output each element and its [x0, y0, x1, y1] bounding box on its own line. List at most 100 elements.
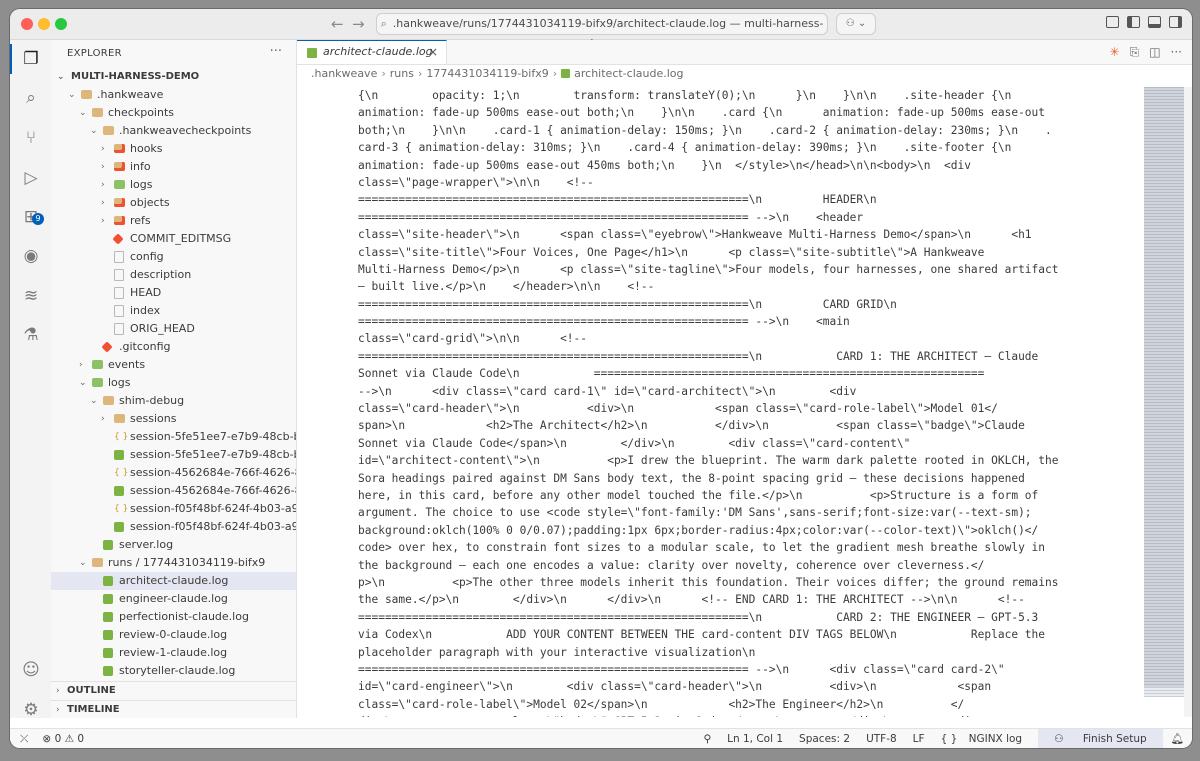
- indentation[interactable]: Spaces: 2: [791, 729, 858, 748]
- command-center-search[interactable]: ⌕ .hankweave/runs/1774431034119-bifx9/arc…: [376, 13, 828, 50]
- customize-layout-icon[interactable]: [1106, 16, 1119, 28]
- log-file-icon: [114, 486, 124, 496]
- tree-item-label: server.log: [119, 538, 174, 551]
- code-line: id=\"card-engineer\">\n <div class=\"car…: [358, 680, 992, 694]
- tree-file[interactable]: storyteller-claude.log: [51, 662, 296, 680]
- tree-file[interactable]: .gitconfig: [51, 338, 296, 356]
- tree-folder[interactable]: ⌄ checkpoints: [51, 104, 296, 122]
- notifications-bell-icon[interactable]: 🔔︎: [1163, 729, 1192, 748]
- git-file-icon: [112, 233, 124, 245]
- tree-folder[interactable]: › logs: [51, 176, 296, 194]
- tree-file[interactable]: ORIG_HEAD: [51, 320, 296, 338]
- vertical-scrollbar[interactable]: [1184, 87, 1192, 717]
- tree-file[interactable]: { }session-5fe51ee7-e7b9-48cb-b7f...: [51, 428, 296, 446]
- toggle-secondary-sidebar-icon[interactable]: [1169, 16, 1182, 28]
- breadcrumb-item[interactable]: .hankweave: [311, 67, 377, 80]
- minimap[interactable]: [1144, 87, 1184, 697]
- code-line: background:oklch(100% 0 0/0.07);padding:…: [358, 523, 1039, 537]
- toggle-primary-sidebar-icon[interactable]: [1127, 16, 1140, 28]
- minimize-window-button[interactable]: [38, 18, 50, 30]
- search-icon[interactable]: ⌕: [21, 88, 41, 108]
- tree-file[interactable]: review-0-claude.log: [51, 626, 296, 644]
- tree-file[interactable]: { }session-4562684e-766f-4626-89...: [51, 464, 296, 482]
- tree-folder[interactable]: › refs: [51, 212, 296, 230]
- tree-folder[interactable]: › events: [51, 356, 296, 374]
- remote-explorer-icon[interactable]: ≋: [21, 286, 41, 306]
- account-icon[interactable]: ☺: [21, 660, 41, 680]
- close-window-button[interactable]: [21, 18, 33, 30]
- github-icon[interactable]: ◉: [21, 246, 41, 266]
- log-file-icon: [103, 630, 113, 640]
- tree-file[interactable]: COMMIT_EDITMSG: [51, 230, 296, 248]
- tree-file[interactable]: { }session-f05f48bf-624f-4b03-a90...: [51, 500, 296, 518]
- more-actions-icon[interactable]: ···: [270, 44, 282, 59]
- breadcrumb-item[interactable]: 1774431034119-bifx9: [426, 67, 548, 80]
- tree-folder[interactable]: › info: [51, 158, 296, 176]
- encoding[interactable]: UTF-8: [858, 729, 905, 748]
- folder-icon: [103, 396, 114, 405]
- close-tab-icon[interactable]: ×: [428, 41, 438, 63]
- finish-setup-button[interactable]: ⚇ Finish Setup: [1038, 729, 1163, 748]
- breadcrumb-item[interactable]: runs: [390, 67, 414, 80]
- tree-file[interactable]: engineer-claude.log: [51, 590, 296, 608]
- folder-git-icon: [114, 144, 125, 153]
- remote-icon[interactable]: ⤫: [20, 729, 28, 748]
- breadcrumb-item[interactable]: architect-claude.log: [574, 67, 683, 80]
- toggle-panel-icon[interactable]: [1148, 16, 1161, 28]
- problems-indicator[interactable]: ⊗ 0 ⚠ 0: [42, 729, 84, 748]
- folder-green-icon: [92, 378, 103, 387]
- chevron-down-icon: ⌄: [79, 558, 87, 568]
- tree-file[interactable]: session-5fe51ee7-e7b9-48cb-b7f...: [51, 446, 296, 464]
- tree-folder[interactable]: › sessions: [51, 410, 296, 428]
- maximize-window-button[interactable]: [55, 18, 67, 30]
- section-header[interactable]: › OUTLINE: [51, 681, 296, 700]
- cursor-position[interactable]: Ln 1, Col 1: [719, 729, 791, 748]
- back-arrow-icon[interactable]: ←: [331, 15, 344, 33]
- explorer-icon[interactable]: ❐: [21, 49, 41, 69]
- code-line: the background — each one encodes a valu…: [358, 558, 985, 572]
- end-of-line[interactable]: LF: [905, 729, 933, 748]
- code-line: class=\"site-header\">\n <span class=\"e…: [358, 228, 1032, 242]
- tree-folder[interactable]: ⌄ .hankweave: [51, 86, 296, 104]
- tree-file[interactable]: review-1-claude.log: [51, 644, 296, 662]
- workspace-root[interactable]: ⌄ MULTI-HARNESS-DEMO: [51, 68, 296, 86]
- sidebar-sections: ›OUTLINE›TIMELINE›M# OUTLINE: [51, 681, 296, 718]
- error-count: 0: [54, 733, 62, 745]
- tree-file[interactable]: index: [51, 302, 296, 320]
- section-header[interactable]: › TIMELINE: [51, 700, 296, 718]
- tree-file[interactable]: architect-claude.log: [51, 572, 296, 590]
- tree-folder[interactable]: ⌄ .hankweavecheckpoints: [51, 122, 296, 140]
- forward-arrow-icon[interactable]: →: [352, 15, 365, 33]
- activity-icon[interactable]: ⚲: [695, 729, 719, 748]
- tree-file[interactable]: description: [51, 266, 296, 284]
- testing-icon[interactable]: ⚗: [21, 325, 41, 345]
- code-view[interactable]: {\n opacity: 1;\n transform: translateY(…: [358, 87, 1133, 717]
- settings-gear-icon[interactable]: ⚙: [21, 700, 41, 720]
- tree-folder[interactable]: ⌄ logs: [51, 374, 296, 392]
- tab-architect-claude-log[interactable]: architect-claude.log ×: [297, 40, 447, 64]
- tree-item-label: index: [130, 304, 161, 317]
- minimap-slider[interactable]: [1144, 87, 1184, 687]
- tree-file[interactable]: server.log: [51, 536, 296, 554]
- log-file-icon: [103, 576, 113, 586]
- language-mode[interactable]: { } NGINX log: [933, 729, 1039, 748]
- tree-folder[interactable]: › objects: [51, 194, 296, 212]
- tree-folder[interactable]: ⌄ runs / 1774431034119-bifx9: [51, 554, 296, 572]
- preview-icon[interactable]: ⎘: [1130, 45, 1140, 60]
- more-icon[interactable]: ···: [1171, 45, 1182, 60]
- split-editor-icon[interactable]: ◫: [1149, 45, 1160, 60]
- tree-file[interactable]: config: [51, 248, 296, 266]
- status-bar: ⤫ ⊗ 0 ⚠ 0 ⚲ Ln 1, Col 1 Spaces: 2 UTF-8 …: [10, 728, 1192, 748]
- tree-file[interactable]: session-4562684e-766f-4626-89...: [51, 482, 296, 500]
- claude-spark-icon[interactable]: ✳: [1110, 45, 1120, 60]
- run-debug-icon[interactable]: ▷: [21, 168, 41, 188]
- log-file-icon: [103, 612, 113, 622]
- source-control-icon[interactable]: ⑂: [21, 128, 41, 148]
- tree-file[interactable]: session-f05f48bf-624f-4b03-a90...: [51, 518, 296, 536]
- tree-file[interactable]: perfectionist-claude.log: [51, 608, 296, 626]
- tree-folder[interactable]: ⌄ shim-debug: [51, 392, 296, 410]
- chevron-right-icon: ›: [101, 414, 105, 424]
- tree-folder[interactable]: › hooks: [51, 140, 296, 158]
- copilot-menu-button[interactable]: ⚇ ⌄: [836, 13, 876, 35]
- tree-file[interactable]: HEAD: [51, 284, 296, 302]
